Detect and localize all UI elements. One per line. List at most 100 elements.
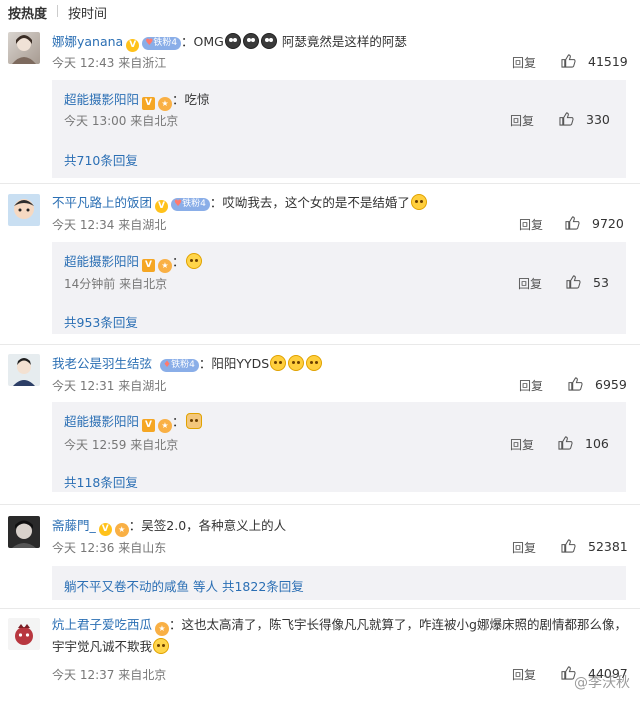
- sub-reply-text: ：: [172, 414, 185, 429]
- sub-reply-box: 超能摄影阳阳 V ★： 14分钟前 来自北京 回复 53 共953条回复: [52, 242, 626, 334]
- reply-button[interactable]: 回复: [510, 112, 534, 129]
- medal-icon: ★: [155, 622, 170, 636]
- thumbs-up-icon: [565, 216, 580, 230]
- comment-meta: 今天 12:43 来自浙江: [52, 56, 167, 70]
- reply-button[interactable]: 回复: [519, 216, 543, 233]
- username[interactable]: 我老公是羽生结弦: [52, 356, 152, 371]
- verified-icon: V: [142, 259, 156, 272]
- like-button[interactable]: 53: [566, 275, 609, 290]
- verified-icon: V: [142, 97, 156, 110]
- sub-reply-username[interactable]: 超能摄影阳阳: [64, 254, 139, 269]
- username[interactable]: 不平凡路上的饭团: [52, 195, 152, 210]
- comment-header: 不平凡路上的饭团 V ♥铁粉4 ：哎呦我去，这个女的是不是结婚了: [52, 192, 428, 213]
- comment-header: 斋藤門_ V ★ ：吴签2.0，各种意义上的人: [52, 515, 287, 537]
- fan-badge: ♥铁粉4: [142, 37, 182, 50]
- like-count: 106: [585, 436, 609, 451]
- sub-reply-meta: 今天 12:59 来自北京: [64, 438, 179, 452]
- comment-text: ：OMG: [181, 34, 224, 49]
- username[interactable]: 娜娜yanana: [52, 34, 123, 49]
- reply-button[interactable]: 回复: [510, 436, 534, 453]
- like-count: 53: [593, 275, 609, 290]
- wow-emoji-icon: [270, 355, 287, 371]
- like-button[interactable]: 52381: [561, 539, 628, 554]
- thumbs-up-icon: [561, 539, 576, 553]
- medal-icon: ★: [158, 419, 173, 433]
- sub-reply-meta: 14分钟前 来自北京: [64, 277, 168, 291]
- comment-meta: 今天 12:36 来自山东: [52, 541, 167, 555]
- medal-icon: ★: [114, 523, 129, 537]
- sort-by-time-tab[interactable]: 按时间: [68, 3, 107, 22]
- sub-reply-text: ：: [172, 254, 185, 269]
- sub-reply-username[interactable]: 超能摄影阳阳: [64, 92, 139, 107]
- verified-icon: V: [142, 419, 156, 432]
- medal-icon: ★: [158, 259, 173, 273]
- sort-divider: [57, 5, 58, 17]
- comment-text: ：哎呦我去，这个女的是不是结婚了: [209, 195, 410, 210]
- like-count: 9720: [592, 216, 624, 231]
- reply-button[interactable]: 回复: [512, 666, 536, 683]
- cry-emoji-icon: [260, 33, 277, 49]
- thumbs-up-icon: [559, 112, 574, 126]
- like-button[interactable]: 9720: [565, 216, 624, 231]
- like-button[interactable]: 330: [559, 112, 610, 127]
- comment-meta: 今天 12:34 来自湖北: [52, 218, 167, 232]
- avatar[interactable]: [8, 516, 40, 548]
- like-button[interactable]: 6959: [568, 377, 627, 392]
- username[interactable]: 斋藤門_: [52, 518, 96, 533]
- sub-reply-summary[interactable]: 躺不平又卷不动的咸鱼 等人 共1822条回复: [52, 566, 626, 600]
- verified-icon: V: [126, 39, 140, 52]
- thumbs-up-icon: [558, 436, 573, 450]
- like-count: 330: [586, 112, 610, 127]
- cry-emoji-icon: [153, 638, 170, 654]
- sort-by-hot-tab[interactable]: 按热度: [8, 3, 47, 22]
- divider: [0, 344, 640, 345]
- fan-badge: ♥铁粉4: [171, 198, 210, 211]
- avatar[interactable]: [8, 354, 40, 386]
- summary-count: 等人 共1822条回复: [189, 579, 304, 594]
- wow-emoji-icon: [288, 355, 305, 371]
- verified-icon: V: [98, 523, 112, 536]
- sub-reply-meta: 今天 13:00 来自北京: [64, 114, 179, 128]
- sub-reply-box: 超能摄影阳阳 V ★ ：吃惊 今天 13:00 来自北京 回复 330 共710条回复: [52, 80, 626, 178]
- sub-reply-header: 超能摄影阳阳 V ★：: [64, 411, 203, 433]
- doge-emoji-icon: [185, 413, 202, 429]
- fan-badge: ♦铁粉4: [160, 359, 199, 372]
- divider: [0, 608, 640, 609]
- sub-reply-header: 超能摄影阳阳 V ★：: [64, 251, 203, 273]
- view-replies-link[interactable]: 共118条回复: [64, 472, 138, 491]
- wow-emoji-icon: [306, 355, 323, 371]
- sub-reply-username[interactable]: 超能摄影阳阳: [64, 414, 139, 429]
- sort-bar: 按热度 按时间: [0, 0, 640, 22]
- comment-body: 炕上君子爱吃西瓜 ★ ：这也太高清了，陈飞宇长得像凡凡就算了，咋连被小g娜爆床照的剧…: [52, 614, 627, 657]
- thumbs-up-icon: [568, 377, 583, 391]
- avatar[interactable]: [8, 194, 40, 226]
- username[interactable]: 炕上君子爱吃西瓜: [52, 617, 152, 632]
- like-count: 52381: [588, 539, 628, 554]
- avatar[interactable]: [8, 618, 40, 650]
- reply-button[interactable]: 回复: [512, 54, 536, 71]
- comment-text: ：阳阳YYDS: [198, 356, 270, 371]
- comment-header: 娜娜yanana V ♥铁粉4 ：OMG 阿瑟竟然是这样的阿瑟: [52, 31, 407, 52]
- like-count: 41519: [588, 54, 628, 69]
- view-replies-link[interactable]: 躺不平又卷不动的咸鱼 等人 共1822条回复: [64, 576, 304, 595]
- reply-button[interactable]: 回复: [512, 539, 536, 556]
- divider: [0, 504, 640, 505]
- like-button[interactable]: 41519: [561, 54, 628, 69]
- thumbs-up-icon: [561, 54, 576, 68]
- laugh-cry-emoji-icon: [185, 253, 202, 269]
- comment-text: ：吴签2.0，各种意义上的人: [128, 518, 287, 533]
- view-replies-link[interactable]: 共710条回复: [64, 150, 138, 169]
- view-replies-link[interactable]: 共953条回复: [64, 312, 138, 331]
- cry-emoji-icon: [224, 33, 241, 49]
- avatar[interactable]: [8, 32, 40, 64]
- cry-emoji-icon: [242, 33, 259, 49]
- watermark: @李沃秋: [574, 675, 630, 691]
- summary-username[interactable]: 躺不平又卷不动的咸鱼: [64, 579, 189, 594]
- comment-meta: 今天 12:37 来自北京: [52, 668, 167, 682]
- comment-meta: 今天 12:31 来自湖北: [52, 379, 167, 393]
- reply-button[interactable]: 回复: [518, 275, 542, 292]
- like-button[interactable]: 106: [558, 436, 609, 451]
- reply-button[interactable]: 回复: [519, 377, 543, 394]
- thumbs-up-icon: [566, 275, 581, 289]
- sub-reply-text: ：吃惊: [172, 92, 210, 107]
